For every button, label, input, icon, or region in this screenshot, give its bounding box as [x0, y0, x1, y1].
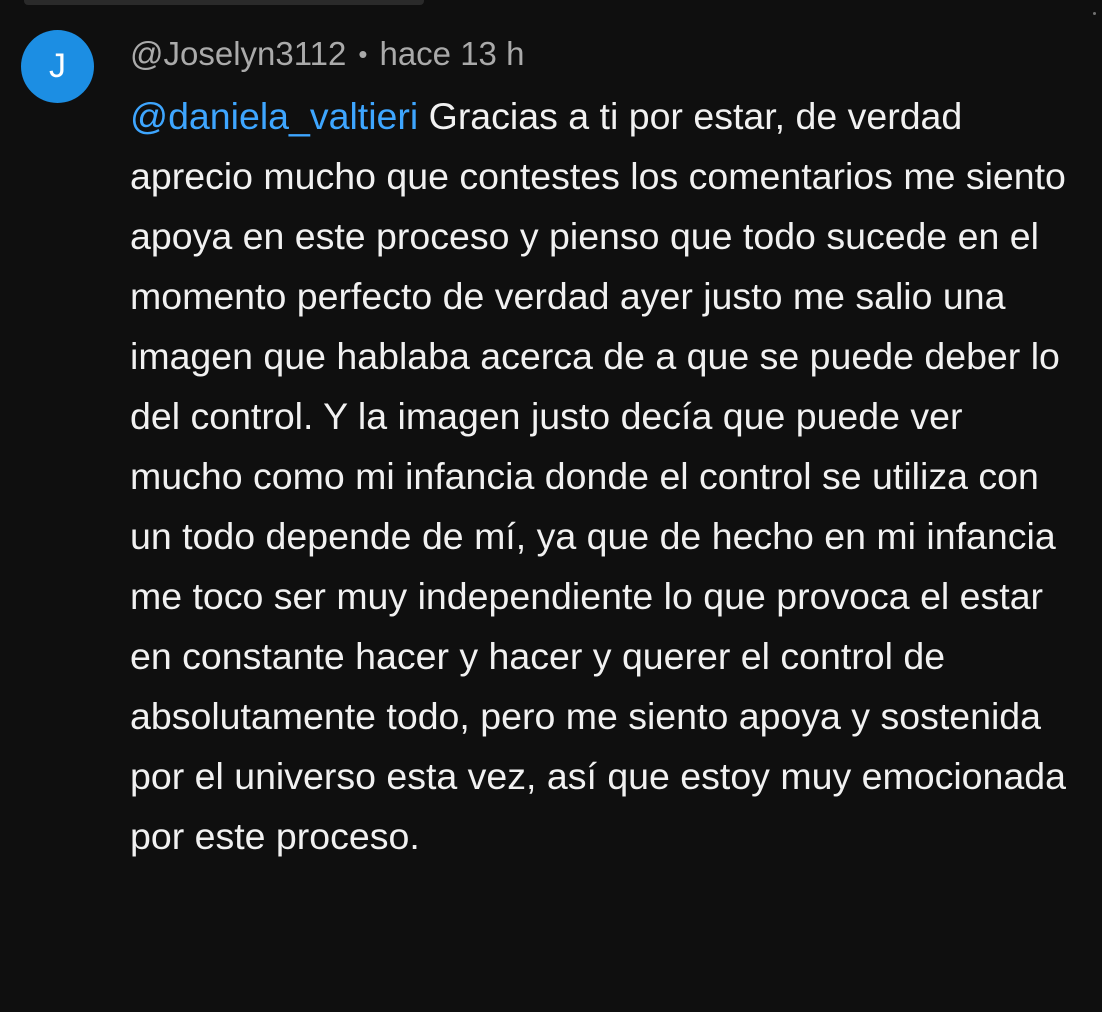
author-handle[interactable]: @Joselyn3112	[130, 35, 346, 73]
comment-meta: @Joselyn3112 • hace 13 h	[130, 30, 1075, 78]
mention-link[interactable]: @daniela_valtieri	[130, 95, 418, 137]
previous-item-divider	[24, 0, 424, 5]
avatar[interactable]: J	[21, 30, 94, 103]
meta-separator: •	[358, 38, 368, 69]
avatar-letter: J	[49, 47, 66, 85]
comment-timestamp[interactable]: hace 13 h	[379, 35, 524, 73]
scroll-indicator-dot	[1093, 12, 1096, 15]
comment-body: Gracias a ti por estar, de verdad apreci…	[130, 95, 1066, 857]
comment-content: @Joselyn3112 • hace 13 h @daniela_valtie…	[130, 30, 1075, 866]
comment-text: @daniela_valtieri Gracias a ti por estar…	[130, 86, 1075, 866]
